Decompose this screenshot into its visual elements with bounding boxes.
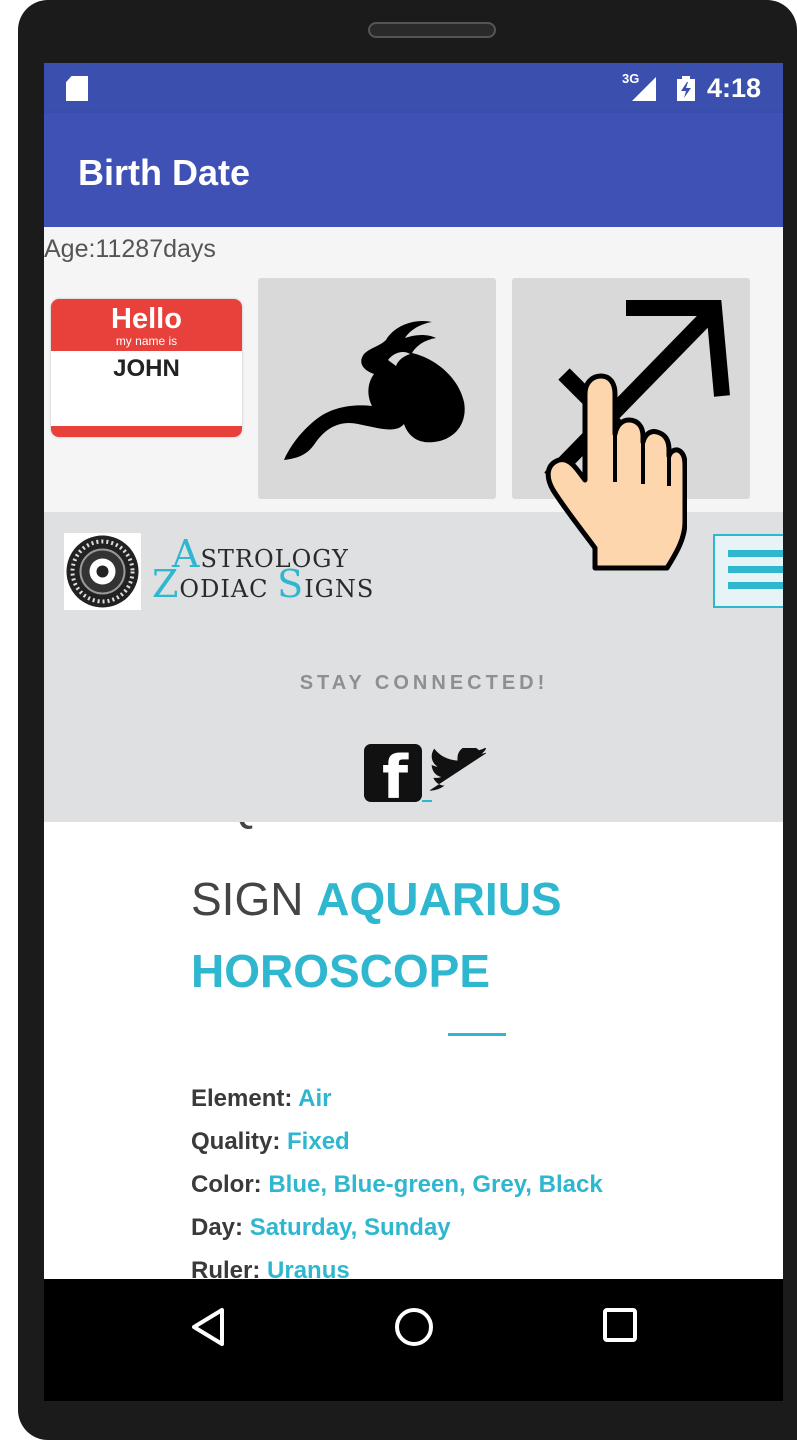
name-tag-hello: Hello <box>111 303 182 335</box>
name-tag-name: JOHN <box>113 355 180 382</box>
app-title: Birth Date <box>78 152 251 193</box>
menu-bar-icon <box>728 550 783 557</box>
article-title-line-3: HOROSCOPE <box>191 944 490 998</box>
navigation-bar <box>44 1279 783 1401</box>
fact-value[interactable]: Blue, Blue-green, Grey, Black <box>268 1171 602 1198</box>
fact-label: Element: <box>191 1085 293 1112</box>
brand-cap-s: S <box>277 562 305 606</box>
name-tag-header: Hello my name is <box>51 299 242 351</box>
fact-value[interactable]: Uranus <box>267 1257 350 1279</box>
signal-icon <box>632 77 656 101</box>
battery-icon <box>677 76 695 101</box>
clock: 4:18 <box>707 73 762 103</box>
sd-card-icon <box>66 76 88 101</box>
zodiac-wheel-logo-icon <box>64 533 141 610</box>
brand-cap-z: Z <box>152 562 180 606</box>
article-content: AQUARIUS ZODIAC SIGN AQUARIUS HOROSCOPE … <box>44 822 783 1279</box>
name-tag-subtitle: my name is <box>115 334 178 348</box>
hamburger-menu-button[interactable] <box>713 534 783 608</box>
home-icon[interactable] <box>394 1307 434 1347</box>
phone-speaker <box>368 22 496 38</box>
article-title-sign: SIGN <box>191 873 317 925</box>
article-title-line-2: SIGN AQUARIUS <box>191 872 562 926</box>
back-icon[interactable] <box>190 1307 226 1347</box>
article-title-accent-2: HOROSCOPE <box>191 945 491 997</box>
brand-rest-signs: IGNS <box>304 575 375 603</box>
device-screen: 3G 4:18 Birth Date Age:11287days Hello m… <box>44 63 783 1279</box>
brand-rest-zodiac: ODIAC <box>179 575 278 603</box>
tap-hand-icon <box>545 373 687 571</box>
zodiac-tile-taurus[interactable] <box>258 278 496 499</box>
stay-connected-label: STAY CONNECTED! <box>299 672 549 694</box>
brand-line-zodiac-signs: ZODIAC SIGNS <box>152 562 374 606</box>
name-tag-card[interactable]: Hello my name is JOHN <box>51 299 242 437</box>
fact-day: Day: Saturday, Sunday <box>191 1214 451 1242</box>
name-tag-footer <box>51 426 242 437</box>
menu-bar-icon <box>728 582 783 589</box>
fact-ruler: Ruler: Uranus <box>191 1257 350 1279</box>
twitter-icon[interactable] <box>430 748 486 796</box>
recents-icon[interactable] <box>602 1307 638 1345</box>
fact-value[interactable]: Fixed <box>287 1128 350 1155</box>
status-bar: 3G 4:18 <box>44 63 783 113</box>
age-label: Age:11287days <box>44 235 216 263</box>
article-title-top: AQUARIUS ZODIAC <box>191 822 633 831</box>
facebook-icon[interactable]: f <box>364 744 422 802</box>
fact-value[interactable]: Saturday, Sunday <box>250 1214 451 1241</box>
article-title-accent-1: AQUARIUS <box>316 873 562 925</box>
fact-value[interactable]: Air <box>298 1085 331 1112</box>
menu-bar-icon <box>728 566 783 573</box>
fact-element: Element: Air <box>191 1085 331 1113</box>
fact-quality: Quality: Fixed <box>191 1128 350 1156</box>
app-bar: Birth Date <box>44 113 783 227</box>
facebook-link-underline <box>422 800 432 802</box>
title-divider <box>448 1033 506 1036</box>
fact-label: Color: <box>191 1171 262 1198</box>
taurus-icon <box>284 320 465 460</box>
fact-color: Color: Blue, Blue-green, Grey, Black <box>191 1171 603 1199</box>
fact-label: Quality: <box>191 1128 281 1155</box>
fact-label: Ruler: <box>191 1257 261 1279</box>
fact-label: Day: <box>191 1214 244 1241</box>
